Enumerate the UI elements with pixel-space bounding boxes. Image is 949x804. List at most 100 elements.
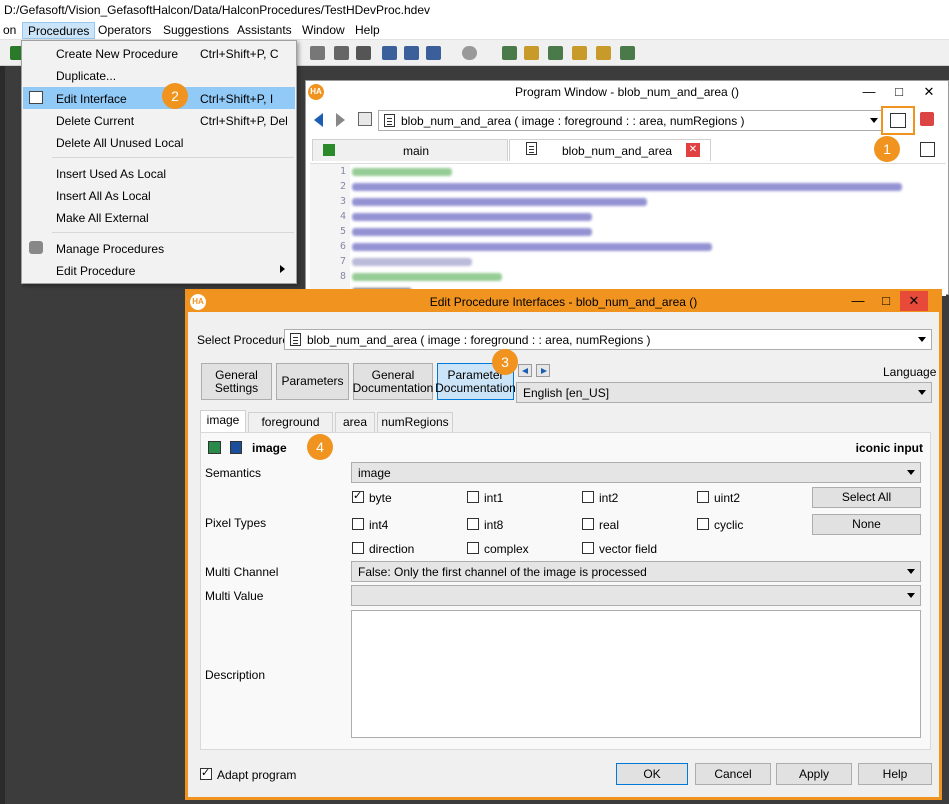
pause-icon[interactable] xyxy=(334,46,349,60)
menu-item-insert-used-as-local[interactable]: Insert Used As Local xyxy=(23,162,295,184)
minimize-icon[interactable]: — xyxy=(844,291,872,311)
semantics-dropdown[interactable]: image xyxy=(351,462,921,483)
menu-operators[interactable]: Operators xyxy=(93,22,156,39)
checkbox-label: int1 xyxy=(484,491,504,505)
menu-item-edit-interface[interactable]: Edit Interface Ctrl+Shift+P, I xyxy=(23,87,295,109)
menu-item-create-new-procedure[interactable]: Create New Procedure Ctrl+Shift+P, C xyxy=(23,42,295,64)
chevron-down-icon xyxy=(907,593,915,598)
maximize-icon[interactable]: □ xyxy=(884,81,914,103)
menu-file-partial[interactable]: on xyxy=(0,22,21,39)
step-icon[interactable] xyxy=(310,46,325,60)
menu-help[interactable]: Help xyxy=(350,22,385,39)
line-number: 4 xyxy=(340,211,347,222)
checkbox-direction[interactable] xyxy=(352,542,364,554)
cancel-button[interactable]: Cancel xyxy=(695,763,771,785)
blurred-code-line xyxy=(352,273,502,281)
input-parameter-icon xyxy=(230,441,242,454)
description-textarea[interactable] xyxy=(351,610,921,738)
none-button[interactable]: None xyxy=(812,514,921,535)
procedure-select[interactable]: blob_num_and_area ( image : foreground :… xyxy=(378,110,884,131)
tab-main[interactable]: main xyxy=(312,139,508,161)
select-procedure-dropdown[interactable]: blob_num_and_area ( image : foreground :… xyxy=(284,329,932,350)
select-all-button[interactable]: Select All xyxy=(812,487,921,508)
parameters-button[interactable]: Parameters xyxy=(276,363,349,400)
adapt-program-checkbox[interactable] xyxy=(200,766,212,780)
checkbox-int2[interactable] xyxy=(582,491,594,503)
tab-blob-num-and-area[interactable]: blob_num_and_area ✕ xyxy=(509,139,711,161)
stop-icon[interactable] xyxy=(356,46,371,60)
checkbox-int4[interactable] xyxy=(352,518,364,530)
multi-value-dropdown[interactable] xyxy=(351,585,921,606)
checkbox-label: uint2 xyxy=(714,491,741,505)
code-editor[interactable]: 1 2 3 4 5 6 7 8 xyxy=(310,163,946,297)
menu-item-manage-procedures[interactable]: Manage Procedures xyxy=(23,237,295,259)
param-tab-numregions[interactable]: numRegions xyxy=(377,412,453,432)
program-window-title: Program Window - blob_num_and_area () xyxy=(306,81,948,103)
language-label: Language xyxy=(883,365,937,379)
param-tab-area[interactable]: area xyxy=(335,412,375,432)
close-tab-icon[interactable]: ✕ xyxy=(686,143,700,157)
checkbox-cyclic[interactable] xyxy=(697,518,709,530)
next-language-icon[interactable] xyxy=(536,364,550,377)
select-procedure-value: blob_num_and_area ( image : foreground :… xyxy=(307,333,651,347)
line-number: 3 xyxy=(340,196,347,207)
edit-procedure-interfaces-dialog: Edit Procedure Interfaces - blob_num_and… xyxy=(185,289,942,800)
param-tab-foreground[interactable]: foreground xyxy=(248,412,333,432)
halcon-logo-icon: HA xyxy=(190,294,206,310)
delete-procedure-icon[interactable] xyxy=(920,112,934,126)
blurred-code-line xyxy=(352,168,452,176)
menu-item-insert-all-as-local[interactable]: Insert All As Local xyxy=(23,184,295,206)
general-documentation-button[interactable]: General Documentation xyxy=(353,363,433,400)
multi-channel-label: Multi Channel xyxy=(205,565,279,579)
back-arrow-icon[interactable] xyxy=(314,113,323,127)
edit-interface-button[interactable] xyxy=(881,106,915,135)
checkbox-complex[interactable] xyxy=(467,542,479,554)
language-dropdown[interactable]: English [en_US] xyxy=(516,382,932,403)
menu-item-duplicate[interactable]: Duplicate... xyxy=(23,64,295,86)
checkbox-uint2[interactable] xyxy=(697,491,709,503)
menu-item-delete-current[interactable]: Delete Current Ctrl+Shift+P, Del xyxy=(23,109,295,131)
procedure-icon[interactable] xyxy=(358,112,372,126)
help-button[interactable]: Help xyxy=(858,763,932,785)
wrench-icon xyxy=(29,241,43,254)
chevron-down-icon xyxy=(918,390,926,395)
checkbox-real[interactable] xyxy=(582,518,594,530)
inspect-icon[interactable] xyxy=(620,46,635,60)
menu-assistants[interactable]: Assistants xyxy=(232,22,297,39)
step-over-icon[interactable] xyxy=(382,46,397,60)
checkbox-vector-field[interactable] xyxy=(582,542,594,554)
reset-icon[interactable] xyxy=(462,46,477,60)
step-into-icon[interactable] xyxy=(404,46,419,60)
menu-window[interactable]: Window xyxy=(297,22,350,39)
param-tab-image[interactable]: image xyxy=(200,410,246,432)
close-icon[interactable]: ✕ xyxy=(914,81,944,103)
menu-item-make-all-external[interactable]: Make All External xyxy=(23,206,295,228)
minimize-icon[interactable]: — xyxy=(854,81,884,103)
histogram-icon[interactable] xyxy=(572,46,587,60)
general-settings-button[interactable]: General Settings xyxy=(201,363,272,400)
forward-arrow-icon[interactable] xyxy=(336,113,345,127)
previous-language-icon[interactable] xyxy=(518,364,532,377)
menu-item-label: Edit Interface xyxy=(56,92,127,106)
documents-icon[interactable] xyxy=(920,142,935,157)
checkbox-label: byte xyxy=(369,491,392,505)
apply-button[interactable]: Apply xyxy=(776,763,852,785)
close-icon[interactable]: ✕ xyxy=(900,291,928,311)
dialog-title: Edit Procedure Interfaces - blob_num_and… xyxy=(188,292,939,312)
checkbox-int8[interactable] xyxy=(467,518,479,530)
checkbox-int1[interactable] xyxy=(467,491,479,503)
multi-channel-dropdown[interactable]: False: Only the first channel of the ima… xyxy=(351,561,921,582)
menu-item-delete-all-unused-local[interactable]: Delete All Unused Local xyxy=(23,131,295,153)
menu-suggestions[interactable]: Suggestions xyxy=(158,22,234,39)
menu-item-edit-procedure[interactable]: Edit Procedure xyxy=(23,259,295,281)
profile-icon[interactable] xyxy=(596,46,611,60)
zoom-icon[interactable] xyxy=(548,46,563,60)
ok-button[interactable]: OK xyxy=(616,763,688,785)
step-out-icon[interactable] xyxy=(426,46,441,60)
chart-icon[interactable] xyxy=(524,46,539,60)
menu-procedures[interactable]: Procedures xyxy=(22,22,96,39)
edit-interface-icon xyxy=(890,113,906,128)
checkbox-byte[interactable] xyxy=(352,489,364,503)
window-icon[interactable] xyxy=(502,46,517,60)
maximize-icon[interactable]: □ xyxy=(872,291,900,311)
